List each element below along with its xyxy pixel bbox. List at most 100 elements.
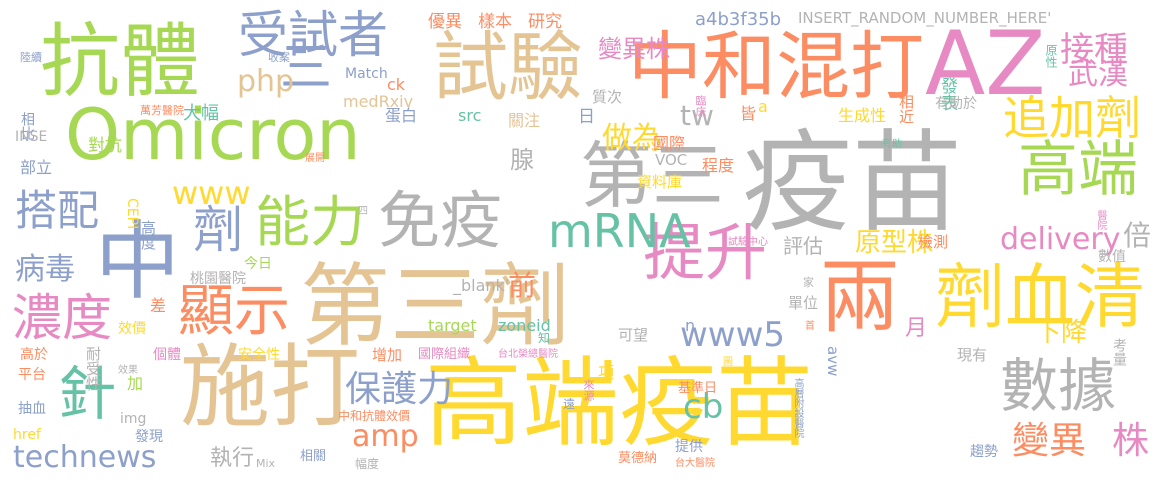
word: 有助 <box>882 139 902 150</box>
word: src <box>458 106 482 125</box>
word: 高度 <box>139 220 157 250</box>
word: 程度 <box>702 156 735 175</box>
word: 下降 <box>1035 318 1088 348</box>
word: CEPI <box>124 198 140 230</box>
word: 數值 <box>1098 249 1126 265</box>
word: 評估 <box>783 234 823 258</box>
word: 收案 <box>268 51 290 64</box>
word: 家 <box>803 276 814 289</box>
word: 變異株 <box>598 35 670 63</box>
word: _blank' <box>453 276 510 295</box>
word: 遠 <box>563 397 576 411</box>
word: 單位 <box>788 294 819 312</box>
word: 考量 <box>1111 338 1127 366</box>
word: 知 <box>538 331 551 345</box>
word: 國際組織 <box>418 347 471 362</box>
word: a <box>758 97 768 116</box>
word: 展開 <box>305 153 325 164</box>
word: 抗體 <box>40 15 200 108</box>
word: 差 <box>150 296 167 315</box>
word: 高層附設醫院 <box>792 378 803 438</box>
word: 部立 <box>20 158 53 177</box>
word: INSERT_RANDOM_NUMBER_HERE' <box>798 9 1052 27</box>
word: 兩 <box>820 251 900 344</box>
word: 發現 <box>135 429 163 445</box>
word: 現有 <box>957 346 988 364</box>
word: n <box>685 316 696 335</box>
word: 關注 <box>508 111 541 130</box>
word: 濃度 <box>12 289 112 347</box>
word: href <box>13 427 41 443</box>
word: 資料庫 <box>637 173 683 191</box>
word: 倍 <box>1123 219 1152 252</box>
word: 株 <box>1112 419 1149 462</box>
word: 前 <box>508 269 537 302</box>
word: Match <box>345 66 388 82</box>
word: 試驗 <box>433 23 584 111</box>
word: 搭配 <box>15 186 100 235</box>
word: avw <box>824 346 842 377</box>
word: 質次 <box>592 88 623 106</box>
word: 萬芳醫院 <box>140 104 184 117</box>
word: 效價 <box>118 321 146 337</box>
word: 個體 <box>153 347 181 363</box>
word: 日 <box>578 107 595 127</box>
word: 今日 <box>244 256 272 272</box>
word: 圖 <box>723 357 733 368</box>
word: 研究 <box>528 12 562 32</box>
word: 可望 <box>618 326 649 344</box>
word: 高端 <box>1018 135 1138 205</box>
word: 執行 <box>210 446 255 471</box>
word: 增加 <box>372 346 403 364</box>
word: 提供 <box>675 439 703 455</box>
word: 醫院 <box>1095 210 1106 230</box>
word: 蛋白 <box>385 106 418 125</box>
word: 台北榮總醫院 <box>498 349 558 360</box>
word: 生成性 <box>838 106 887 125</box>
word: 中和混打 <box>628 24 924 110</box>
word: 基準日 <box>678 381 718 396</box>
word: 變異 <box>1012 419 1086 462</box>
word: 國際 <box>653 134 686 153</box>
word: Mix <box>256 457 276 470</box>
word: mRNA <box>548 204 691 258</box>
word: a4b3f35b <box>695 9 782 30</box>
word: 幅度 <box>355 457 380 471</box>
word: technews <box>13 440 157 475</box>
word: ck <box>387 75 406 94</box>
word: target <box>428 316 477 335</box>
word: 免疫 <box>378 184 503 257</box>
word: 病毒 <box>15 252 75 287</box>
word: 趨勢 <box>970 444 998 460</box>
word: 高端疫苗 <box>425 347 813 460</box>
word: 陸續 <box>20 51 42 64</box>
word: 對抗 <box>88 136 122 156</box>
word: 項 <box>598 363 615 382</box>
word: 腺 <box>510 146 534 174</box>
word: 首 <box>805 321 815 332</box>
word: 安全性 <box>238 347 280 363</box>
word: VOC <box>655 151 688 169</box>
word: 能力 <box>255 190 366 254</box>
word: 皆 <box>740 104 757 123</box>
word: 相關 <box>300 449 327 464</box>
word: 疫苗 <box>742 119 962 247</box>
word: 追加劑 <box>1003 91 1141 145</box>
word: www <box>172 174 251 212</box>
word: 台大醫院 <box>675 458 715 469</box>
word: 顯示 <box>178 279 290 344</box>
word: 優異 <box>428 12 462 32</box>
word: 試驗中心 <box>728 237 768 248</box>
word: 數據 <box>1000 352 1117 420</box>
word: img <box>120 411 147 427</box>
word: amp <box>352 419 419 454</box>
word: www5 <box>680 315 786 355</box>
word: 高於 <box>20 347 48 363</box>
word: 莫德納 <box>618 451 658 466</box>
word: 抽血 <box>18 401 46 417</box>
word: 武漢 <box>1068 57 1128 92</box>
word: 月 <box>905 316 928 341</box>
word-cloud: 疫苗 高端疫苗 Omicron 第三劑 中和混打 抗體 試驗 AZ 施打 兩 劑… <box>0 0 1175 482</box>
word: 原性 <box>1044 44 1058 68</box>
word: 桃園醫院 <box>190 271 246 287</box>
